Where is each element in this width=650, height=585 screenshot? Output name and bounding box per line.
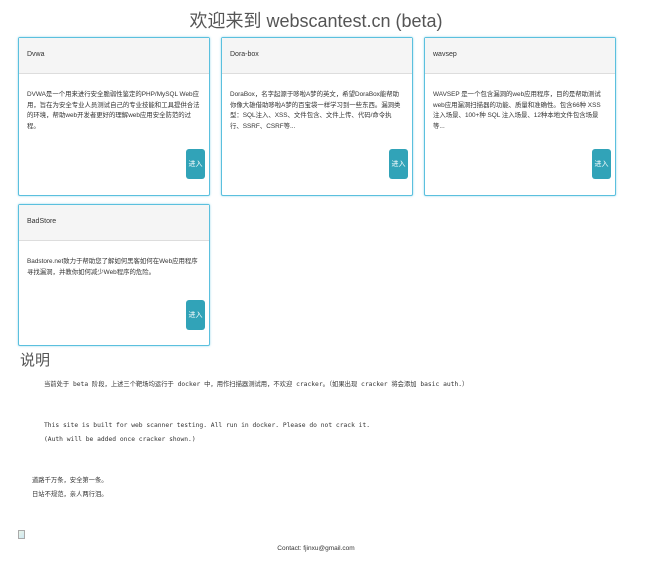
card-title: BadStore (19, 205, 209, 241)
card-wavsep: wavsep WAVSEP 是一个包含漏洞的web应用程序，目的是帮助测试web… (424, 37, 616, 196)
card-description: DVWA是一个用来进行安全脆弱性鉴定的PHP/MySQL Web应用，旨在为安全… (27, 91, 200, 130)
note-line: 日站不规范，亲人两行泪。 (32, 491, 108, 498)
note-line: 道路千万条，安全第一条。 (32, 477, 108, 484)
contact-info: Contact: fjinxu@gmail.com (277, 545, 355, 552)
broken-image-icon (18, 530, 25, 539)
card-dorabox: Dora-box DoraBox，名字起源于哆啦A梦的英文，希望DoraBox能… (221, 37, 413, 196)
notes-heading: 说明 (20, 352, 51, 369)
card-title: wavsep (425, 38, 615, 74)
note-line: This site is built for web scanner testi… (44, 422, 371, 429)
card-title: Dora-box (222, 38, 412, 74)
card-description: DoraBox，名字起源于哆啦A梦的英文，希望DoraBox能帮助你像大雄借助哆… (230, 91, 401, 130)
enter-button-dvwa[interactable]: 进入 (186, 149, 205, 179)
card-description: Badstore.net致力于帮助您了解如何黑客如何在Web应用程序寻找漏洞，并… (27, 258, 198, 276)
page-title: 欢迎来到 webscantest.cn (beta) (189, 11, 443, 31)
note-line: (Auth will be added once cracker shown.) (44, 436, 196, 443)
note-line: 当前处于 beta 阶段，上述三个靶场均运行于 docker 中，用作扫描器测试… (44, 381, 469, 388)
card-description: WAVSEP 是一个包含漏洞的web应用程序，目的是帮助测试web应用漏洞扫描器… (433, 91, 601, 130)
enter-button-badstore[interactable]: 进入 (186, 300, 205, 330)
card-dvwa: Dvwa DVWA是一个用来进行安全脆弱性鉴定的PHP/MySQL Web应用，… (18, 37, 210, 196)
card-title: Dvwa (19, 38, 209, 74)
card-badstore: BadStore Badstore.net致力于帮助您了解如何黑客如何在Web应… (18, 204, 210, 346)
enter-button-wavsep[interactable]: 进入 (592, 149, 611, 179)
enter-button-dorabox[interactable]: 进入 (389, 149, 408, 179)
